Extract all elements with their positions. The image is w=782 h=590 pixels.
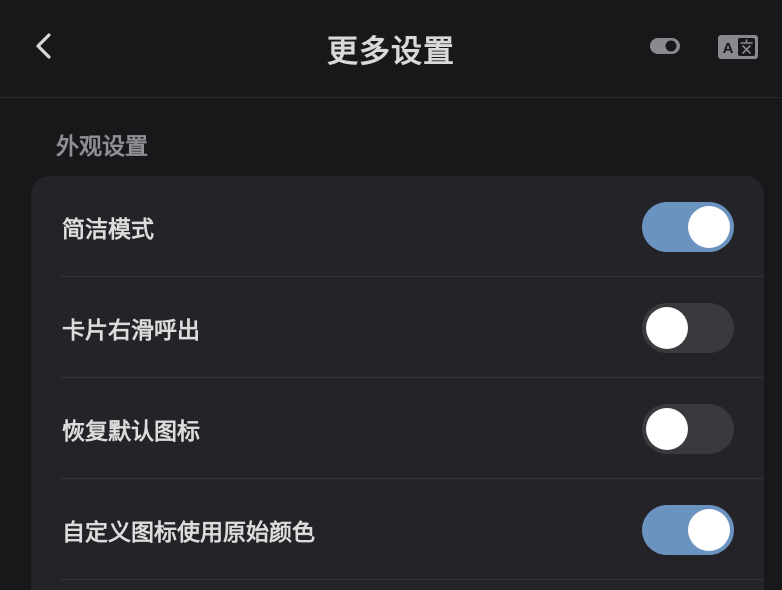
toggle-knob: [646, 407, 688, 450]
toggle-knob: [646, 306, 688, 349]
setting-row-original-color: 自定义图标使用原始颜色: [31, 479, 764, 580]
simple-mode-toggle[interactable]: [642, 201, 734, 252]
toggle-knob: [688, 205, 730, 248]
toggle-knob: [688, 508, 730, 551]
setting-label: 简洁模式: [62, 216, 154, 243]
toggle-icon: [650, 38, 680, 54]
theme-toggle-button[interactable]: [648, 34, 682, 58]
setting-label: 自定义图标使用原始颜色: [62, 519, 315, 546]
card-swipe-toggle[interactable]: [642, 302, 734, 353]
setting-label: 卡片右滑呼出: [62, 317, 200, 344]
translate-icon: A: [718, 35, 758, 59]
settings-card: 简洁模式 卡片右滑呼出 恢复默认图标 自定义图标使用原始颜色: [31, 176, 764, 590]
setting-label: 恢复默认图标: [62, 418, 200, 445]
original-color-toggle[interactable]: [642, 504, 734, 555]
header-bar: 更多设置 A: [0, 0, 782, 98]
setting-row-simple-mode: 简洁模式: [31, 176, 764, 277]
restore-icons-toggle[interactable]: [642, 403, 734, 454]
setting-row-restore-icons: 恢复默认图标: [31, 378, 764, 479]
divider: [61, 579, 764, 580]
svg-text:A: A: [723, 40, 734, 57]
setting-row-card-swipe: 卡片右滑呼出: [31, 277, 764, 378]
section-title: 外观设置: [56, 134, 148, 160]
settings-page: 更多设置 A 外观设置 简洁模式 卡片右滑呼出 恢复默认图标 自定义图标使用原始…: [0, 0, 782, 590]
translate-button[interactable]: A: [715, 33, 761, 61]
